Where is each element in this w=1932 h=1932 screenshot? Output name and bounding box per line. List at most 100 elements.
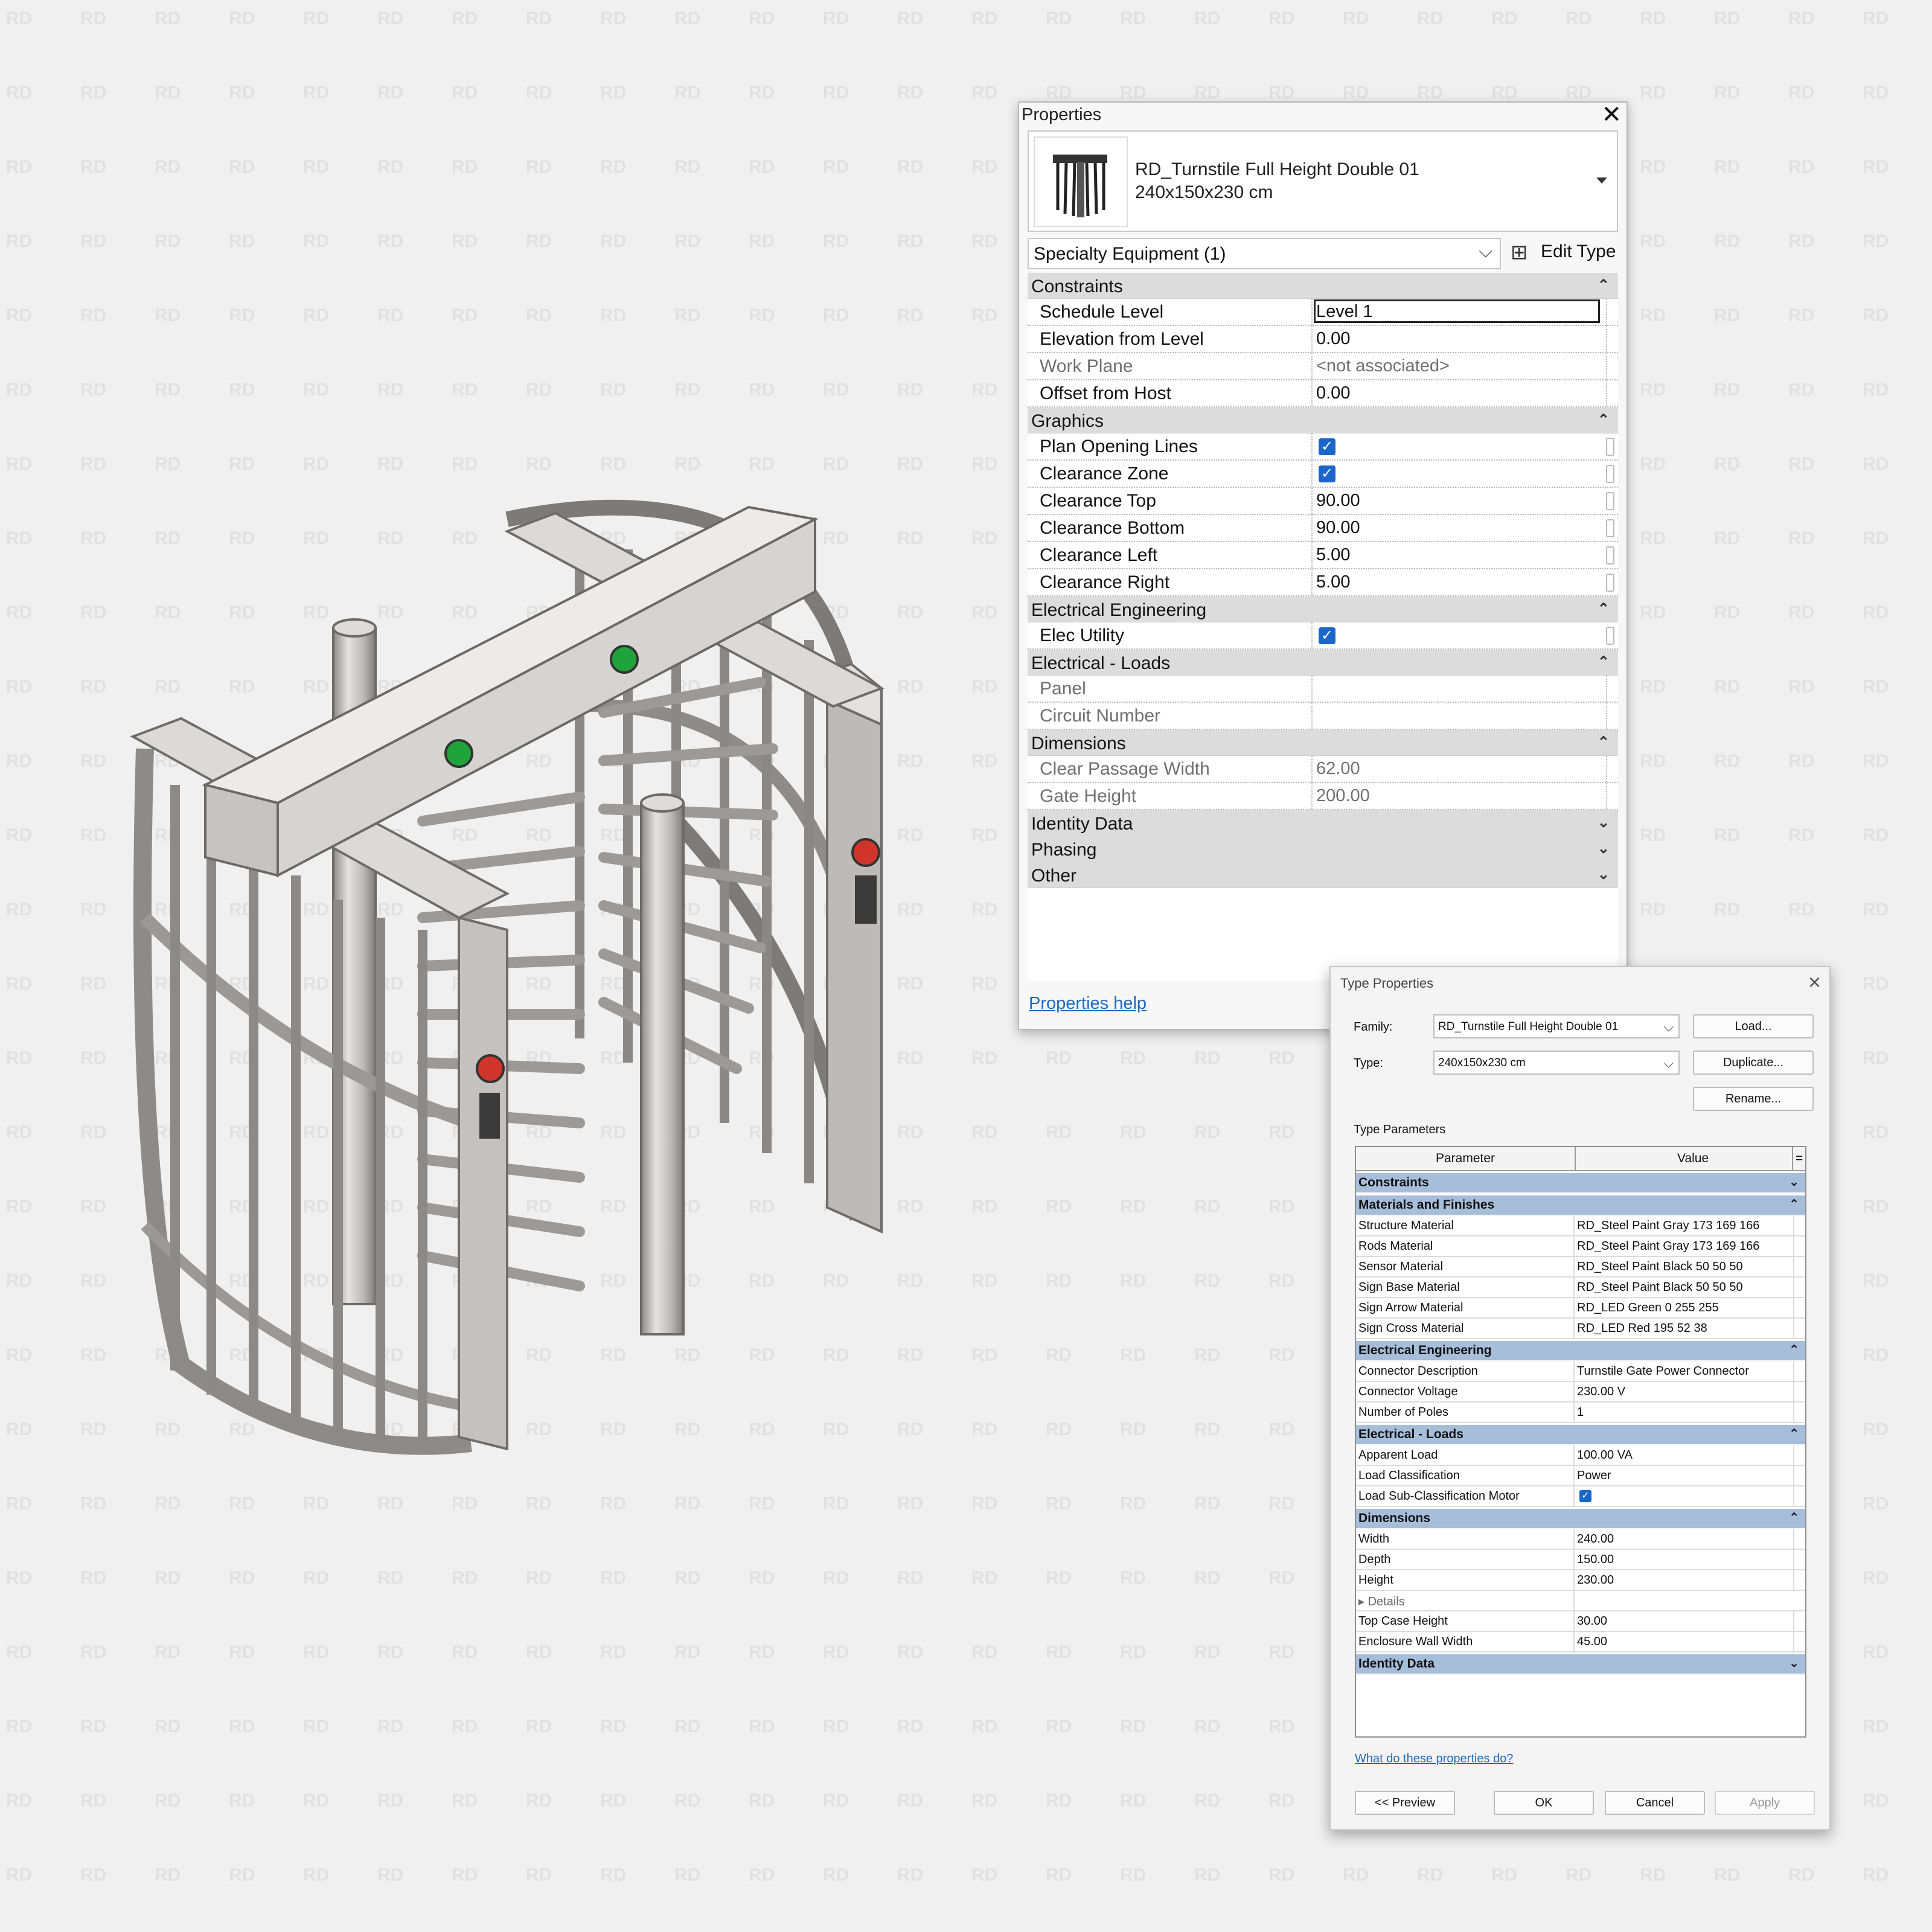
plan-opening-lines-checkbox[interactable]: ✓ <box>1319 438 1335 455</box>
edit-type-button[interactable]: ⊞ Edit Type <box>1508 237 1620 269</box>
tparam-height[interactable]: Height 230.00 <box>1356 1570 1805 1591</box>
associate-param-button[interactable] <box>1606 492 1614 510</box>
associate-param-button[interactable] <box>1606 519 1614 537</box>
tparam-connector-description[interactable]: Connector Description Turnstile Gate Powe… <box>1356 1361 1805 1382</box>
tparam-enclosure-wall-width[interactable]: Enclosure Wall Width 45.00 <box>1356 1632 1805 1652</box>
tgroup-identity-data[interactable]: Identity Data ⌄ <box>1356 1654 1805 1675</box>
type-properties-dialog: Type Properties × Family: RD_Turnstile F… <box>1329 966 1831 1831</box>
param-clearance-bottom[interactable]: Clearance Bottom 90.00 <box>1028 515 1618 542</box>
param-clearance-zone[interactable]: Clearance Zone ✓ <box>1028 461 1618 488</box>
tparam-sensor-material[interactable]: Sensor Material RD_Steel Paint Black 50 5… <box>1356 1257 1805 1278</box>
group-graphics[interactable]: Graphics ⌃ <box>1028 408 1618 433</box>
type-parameters-grid: Parameter Value = Constraints ⌄ Material… <box>1355 1146 1806 1738</box>
chevron-down-icon[interactable] <box>1596 178 1607 184</box>
type-selector[interactable]: RD_Turnstile Full Height Double 01 240x1… <box>1028 130 1618 232</box>
grid-header: Parameter Value = <box>1356 1147 1805 1171</box>
tgroup-materials[interactable]: Materials and Finishes ⌃ <box>1356 1195 1805 1216</box>
instance-filter-dropdown[interactable]: Specialty Equipment (1) ⌵ <box>1028 238 1501 269</box>
properties-palette: Properties ✕ RD_Turnstile Full Height Do… <box>1018 101 1628 1030</box>
tparam-sign-arrow-material[interactable]: Sign Arrow Material RD_LED Green 0 255 25… <box>1356 1298 1805 1319</box>
tparam-load-classification[interactable]: Load Classification Power <box>1356 1466 1805 1486</box>
tparam-width[interactable]: Width 240.00 <box>1356 1529 1805 1550</box>
param-clearance-left[interactable]: Clearance Left 5.00 <box>1028 542 1618 569</box>
what-do-these-properties-do-link[interactable]: What do these properties do? <box>1355 1752 1513 1766</box>
collapse-icon[interactable]: ⌃ <box>1789 1426 1799 1441</box>
expand-icon[interactable]: ⌄ <box>1598 840 1610 857</box>
load-button[interactable]: Load... <box>1693 1014 1814 1038</box>
collapse-icon[interactable]: ⌃ <box>1598 600 1610 618</box>
close-icon[interactable]: × <box>1808 970 1821 995</box>
edit-type-label: Edit Type <box>1541 242 1616 261</box>
rename-button[interactable]: Rename... <box>1693 1087 1814 1111</box>
collapse-icon[interactable]: ⌃ <box>1598 734 1610 751</box>
group-phasing[interactable]: Phasing ⌄ <box>1028 836 1618 862</box>
tparam-structure-material[interactable]: Structure Material RD_Steel Paint Gray 17… <box>1356 1216 1805 1236</box>
apply-button[interactable]: Apply <box>1715 1791 1815 1815</box>
preview-button[interactable]: << Preview <box>1355 1791 1455 1815</box>
group-electrical-engineering[interactable]: Electrical Engineering ⌃ <box>1028 597 1618 622</box>
param-plan-opening-lines[interactable]: Plan Opening Lines ✓ <box>1028 433 1618 461</box>
load-sub-classification-checkbox[interactable]: ✓ <box>1579 1490 1591 1502</box>
column-formula[interactable]: = <box>1796 1151 1803 1166</box>
tgroup-dimensions[interactable]: Dimensions ⌃ <box>1356 1509 1805 1529</box>
elec-utility-checkbox[interactable]: ✓ <box>1319 627 1335 644</box>
group-other[interactable]: Other ⌄ <box>1028 862 1618 888</box>
type-dropdown[interactable]: 240x150x230 cm ⌵ <box>1433 1051 1680 1075</box>
collapse-icon[interactable]: ⌃ <box>1789 1342 1799 1357</box>
tparam-load-sub-classification[interactable]: Load Sub-Classification Motor ✓ <box>1356 1486 1805 1507</box>
tgroup-constraints[interactable]: Constraints ⌄ <box>1356 1173 1805 1194</box>
chevron-down-icon: ⌵ <box>1479 242 1492 261</box>
expand-icon[interactable]: ⌄ <box>1789 1174 1799 1189</box>
associate-param-button[interactable] <box>1606 438 1614 456</box>
family-label: Family: <box>1354 1020 1393 1034</box>
tparam-top-case-height[interactable]: Top Case Height 30.00 <box>1356 1611 1805 1632</box>
param-work-plane: Work Plane <not associated> <box>1028 353 1618 380</box>
clearance-zone-checkbox[interactable]: ✓ <box>1319 465 1335 482</box>
cancel-button[interactable]: Cancel <box>1605 1791 1705 1815</box>
group-constraints[interactable]: Constraints ⌃ <box>1028 273 1618 299</box>
param-circuit-number: Circuit Number <box>1028 703 1618 730</box>
collapse-icon[interactable]: ⌃ <box>1789 1510 1799 1525</box>
param-offset-from-host[interactable]: Offset from Host 0.00 <box>1028 380 1618 408</box>
tparam-details[interactable]: ▸ Details <box>1356 1591 1805 1611</box>
tgroup-electrical-engineering[interactable]: Electrical Engineering ⌃ <box>1356 1341 1805 1361</box>
tparam-sign-cross-material[interactable]: Sign Cross Material RD_LED Red 195 52 38 <box>1356 1319 1805 1339</box>
instance-filter-label: Specialty Equipment (1) <box>1034 244 1226 264</box>
group-dimensions[interactable]: Dimensions ⌃ <box>1028 730 1618 756</box>
sign-arrow-icon <box>444 739 473 768</box>
tparam-depth[interactable]: Depth 150.00 <box>1356 1550 1805 1570</box>
collapse-icon[interactable]: ⌃ <box>1789 1197 1799 1212</box>
associate-param-button[interactable] <box>1606 627 1614 645</box>
tparam-sign-base-material[interactable]: Sign Base Material RD_Steel Paint Black 5… <box>1356 1278 1805 1298</box>
column-value[interactable]: Value <box>1677 1151 1709 1166</box>
tparam-rods-material[interactable]: Rods Material RD_Steel Paint Gray 173 169… <box>1356 1236 1805 1257</box>
family-dropdown[interactable]: RD_Turnstile Full Height Double 01 ⌵ <box>1433 1014 1680 1038</box>
sign-cross-icon <box>851 838 880 867</box>
expand-icon[interactable]: ⌄ <box>1789 1655 1799 1671</box>
group-electrical-loads[interactable]: Electrical - Loads ⌃ <box>1028 650 1618 676</box>
group-identity-data[interactable]: Identity Data ⌄ <box>1028 810 1618 836</box>
collapse-icon[interactable]: ⌃ <box>1598 411 1610 429</box>
tparam-apparent-load[interactable]: Apparent Load 100.00 VA <box>1356 1445 1805 1466</box>
tgroup-electrical-loads[interactable]: Electrical - Loads ⌃ <box>1356 1425 1805 1445</box>
associate-param-button[interactable] <box>1606 546 1614 565</box>
param-panel: Panel <box>1028 676 1618 703</box>
param-elec-utility[interactable]: Elec Utility ✓ <box>1028 622 1618 650</box>
param-clearance-top[interactable]: Clearance Top 90.00 <box>1028 488 1618 515</box>
associate-param-button[interactable] <box>1606 574 1614 592</box>
tparam-connector-voltage[interactable]: Connector Voltage 230.00 V <box>1356 1382 1805 1403</box>
ok-button[interactable]: OK <box>1494 1791 1594 1815</box>
expand-icon[interactable]: ⌄ <box>1598 814 1610 831</box>
param-clearance-right[interactable]: Clearance Right 5.00 <box>1028 569 1618 597</box>
properties-help-link[interactable]: Properties help <box>1029 994 1147 1014</box>
close-icon[interactable]: ✕ <box>1601 103 1622 127</box>
collapse-icon[interactable]: ⌃ <box>1598 277 1610 294</box>
collapse-icon[interactable]: ⌃ <box>1598 653 1610 671</box>
param-elevation-from-level[interactable]: Elevation from Level 0.00 <box>1028 326 1618 353</box>
associate-param-button[interactable] <box>1606 465 1614 483</box>
tparam-number-of-poles[interactable]: Number of Poles 1 <box>1356 1403 1805 1423</box>
column-parameter[interactable]: Parameter <box>1436 1151 1495 1166</box>
duplicate-button[interactable]: Duplicate... <box>1693 1051 1814 1075</box>
expand-icon[interactable]: ⌄ <box>1598 866 1610 883</box>
param-schedule-level[interactable]: Schedule Level Level 1 <box>1028 299 1618 326</box>
